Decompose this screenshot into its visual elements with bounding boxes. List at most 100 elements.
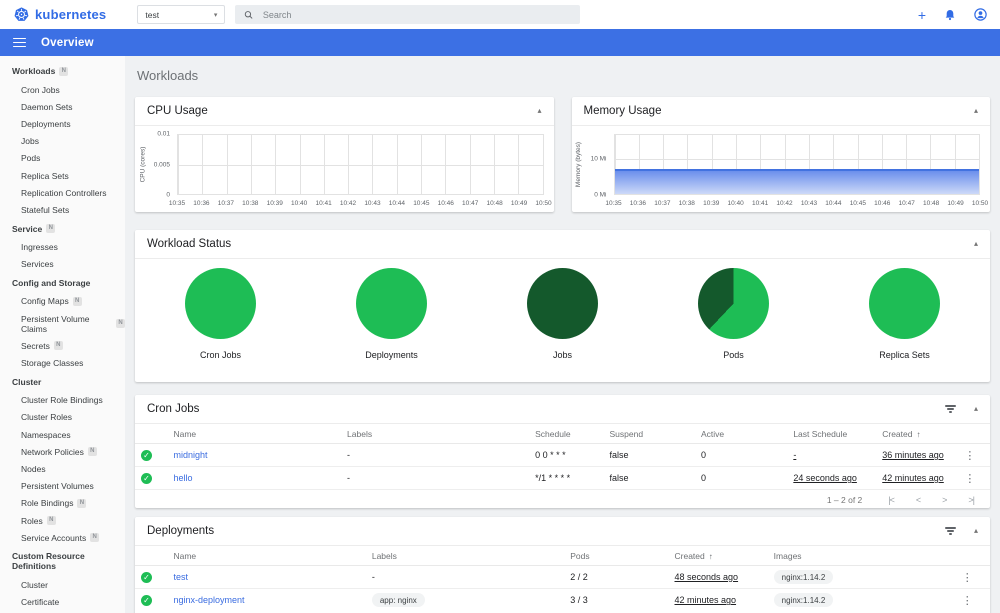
- sidebar-item-deployments[interactable]: Deployments: [0, 115, 125, 132]
- sidebar-item-cluster-roles[interactable]: Cluster Roles: [0, 409, 125, 426]
- sidebar-section-custom-resource-definitions: Custom Resource Definitions: [0, 546, 125, 576]
- y-tick-label: 0.005: [153, 161, 170, 168]
- y-tick-label: 0 Mi: [594, 191, 607, 199]
- sidebar-item-cron-jobs[interactable]: Cron Jobs: [0, 81, 125, 98]
- sidebar-item-pods[interactable]: Pods: [0, 150, 125, 167]
- pie-chart: [356, 268, 427, 339]
- column-header-labels[interactable]: Labels: [365, 546, 565, 566]
- row-menu-button[interactable]: ⋮: [962, 572, 973, 584]
- row-menu-button[interactable]: ⋮: [962, 595, 973, 607]
- collapse-icon[interactable]: ▴: [974, 404, 978, 413]
- row-menu-button[interactable]: ⋮: [964, 450, 975, 462]
- sidebar-item-services[interactable]: Services: [0, 256, 125, 273]
- column-header-last-schedule[interactable]: Last Schedule: [787, 424, 877, 444]
- column-header-images[interactable]: Images: [767, 546, 956, 566]
- create-resource-button[interactable]: +: [918, 8, 926, 22]
- sidebar-item-jobs[interactable]: Jobs: [0, 133, 125, 150]
- relative-time: 48 seconds ago: [674, 572, 739, 582]
- account-button[interactable]: [974, 8, 987, 21]
- sidebar-item-daemon-sets[interactable]: Daemon Sets: [0, 98, 125, 115]
- sidebar-item-stateful-sets[interactable]: Stateful Sets: [0, 201, 125, 218]
- x-tick-label: 10:43: [800, 200, 818, 207]
- sidebar-item-replication-controllers[interactable]: Replication Controllers: [0, 184, 125, 201]
- search-input[interactable]: [262, 9, 572, 20]
- menu-button[interactable]: [13, 37, 26, 48]
- pie-chart: [869, 268, 940, 339]
- row-name-link[interactable]: test: [173, 572, 188, 582]
- pie-chart: [527, 268, 598, 339]
- sort-ascending-icon: ↑: [708, 552, 713, 561]
- sidebar-item-roles[interactable]: Roles N: [0, 512, 125, 529]
- namespace-selector[interactable]: test ▾: [137, 5, 226, 24]
- row-name-link[interactable]: hello: [173, 473, 192, 483]
- collapse-icon[interactable]: ▴: [974, 107, 978, 115]
- sidebar-item-label: Cluster: [21, 579, 48, 590]
- status-ok-icon: ✓: [141, 472, 152, 484]
- sidebar-item-secrets[interactable]: Secrets N: [0, 337, 125, 354]
- sidebar-section-label: Service: [12, 223, 43, 234]
- sidebar-item-certificate[interactable]: Certificate: [0, 594, 125, 611]
- workload-status-card: Workload Status ▴ Cron Jobs Deployments Jo…: [135, 230, 990, 382]
- sidebar-item-persistent-volume-claims[interactable]: Persistent Volume Claims N: [0, 310, 125, 337]
- column-header-created[interactable]: Created ↑: [668, 546, 768, 566]
- sidebar-item-label: Role Bindings: [21, 498, 74, 509]
- sort-ascending-icon: ↑: [916, 430, 921, 439]
- column-header-name[interactable]: Name: [167, 546, 366, 566]
- row-name-link[interactable]: nginx-deployment: [173, 595, 244, 605]
- sidebar-item-persistent-volumes[interactable]: Persistent Volumes: [0, 478, 125, 495]
- row-name-link[interactable]: midnight: [173, 450, 207, 460]
- sidebar-item-service-accounts[interactable]: Service Accounts N: [0, 529, 125, 546]
- collapse-icon[interactable]: ▴: [974, 240, 978, 248]
- sidebar-item-network-policies[interactable]: Network Policies N: [0, 443, 125, 460]
- column-header-schedule[interactable]: Schedule: [529, 424, 604, 444]
- sidebar-item-namespaces[interactable]: Namespaces: [0, 426, 125, 443]
- column-header-spacer: [955, 546, 990, 566]
- search-bar[interactable]: [235, 5, 581, 24]
- column-header-pods[interactable]: Pods: [564, 546, 669, 566]
- row-menu-button[interactable]: ⋮: [964, 473, 975, 485]
- sidebar-item-ingresses[interactable]: Ingresses: [0, 239, 125, 256]
- column-header-suspend[interactable]: Suspend: [603, 424, 695, 444]
- column-header-active[interactable]: Active: [695, 424, 788, 444]
- namespaced-badge: N: [53, 341, 63, 351]
- filter-icon[interactable]: [943, 525, 958, 537]
- column-header-name[interactable]: Name: [167, 424, 342, 444]
- collapse-icon[interactable]: ▴: [537, 107, 541, 115]
- workload-status-pies: Cron Jobs Deployments Jobs Pods Replica Sets: [135, 259, 990, 360]
- column-header-label: Labels: [347, 429, 373, 439]
- sidebar-item-label: Nodes: [21, 463, 46, 474]
- table-row: ✓ midnight -0 0 * * * false 0-36 minutes ago…: [135, 443, 990, 467]
- sidebar-item-label: Persistent Volumes: [21, 481, 94, 492]
- filter-icon[interactable]: [943, 403, 958, 415]
- sidebar-item-nodes[interactable]: Nodes: [0, 460, 125, 477]
- column-header-label: Schedule: [535, 429, 571, 439]
- sidebar-item-label: Network Policies: [21, 446, 84, 457]
- chevron-down-icon: ▾: [213, 11, 218, 19]
- previous-page-button[interactable]: <: [916, 495, 921, 505]
- status-ok-icon: ✓: [141, 571, 152, 583]
- column-header-labels[interactable]: Labels: [341, 424, 530, 444]
- sidebar-item-role-bindings[interactable]: Role Bindings N: [0, 495, 125, 512]
- collapse-icon[interactable]: ▴: [974, 526, 978, 535]
- x-tick-label: 10:38: [678, 200, 695, 207]
- first-page-button[interactable]: |<: [888, 495, 895, 505]
- notifications-button[interactable]: [944, 9, 956, 21]
- y-axis-ticks: 0.01 0.005 0: [147, 131, 173, 199]
- sidebar-item-storage-classes[interactable]: Storage Classes: [0, 354, 125, 371]
- kubernetes-logo[interactable]: kubernetes: [13, 6, 106, 23]
- sidebar-item-replica-sets[interactable]: Replica Sets: [0, 167, 125, 184]
- sidebar-item-cluster-role-bindings[interactable]: Cluster Role Bindings: [0, 392, 125, 409]
- sidebar-item-cluster[interactable]: Cluster: [0, 576, 125, 593]
- last-page-button[interactable]: >|: [968, 495, 975, 505]
- table-header-row: Name Labels Pods Created ↑ Images: [135, 546, 990, 566]
- sidebar-item-label: Replication Controllers: [21, 187, 107, 198]
- cron-jobs-card: Cron Jobs ▴ Name Labels Schedule Suspend Act…: [135, 395, 990, 508]
- image-chip: nginx:1.14.2: [773, 570, 834, 584]
- grid-line: [979, 135, 980, 194]
- x-axis-ticks: 10:35 10:36 10:37 10:38 10:39 10:40 10:41 10:42…: [605, 200, 988, 210]
- namespaced-badge: N: [77, 498, 87, 508]
- sidebar-item-config-maps[interactable]: Config Maps N: [0, 293, 125, 310]
- next-page-button[interactable]: >: [942, 495, 947, 505]
- workload-status-pie-jobs: Jobs: [477, 268, 648, 360]
- column-header-created[interactable]: Created ↑: [876, 424, 959, 444]
